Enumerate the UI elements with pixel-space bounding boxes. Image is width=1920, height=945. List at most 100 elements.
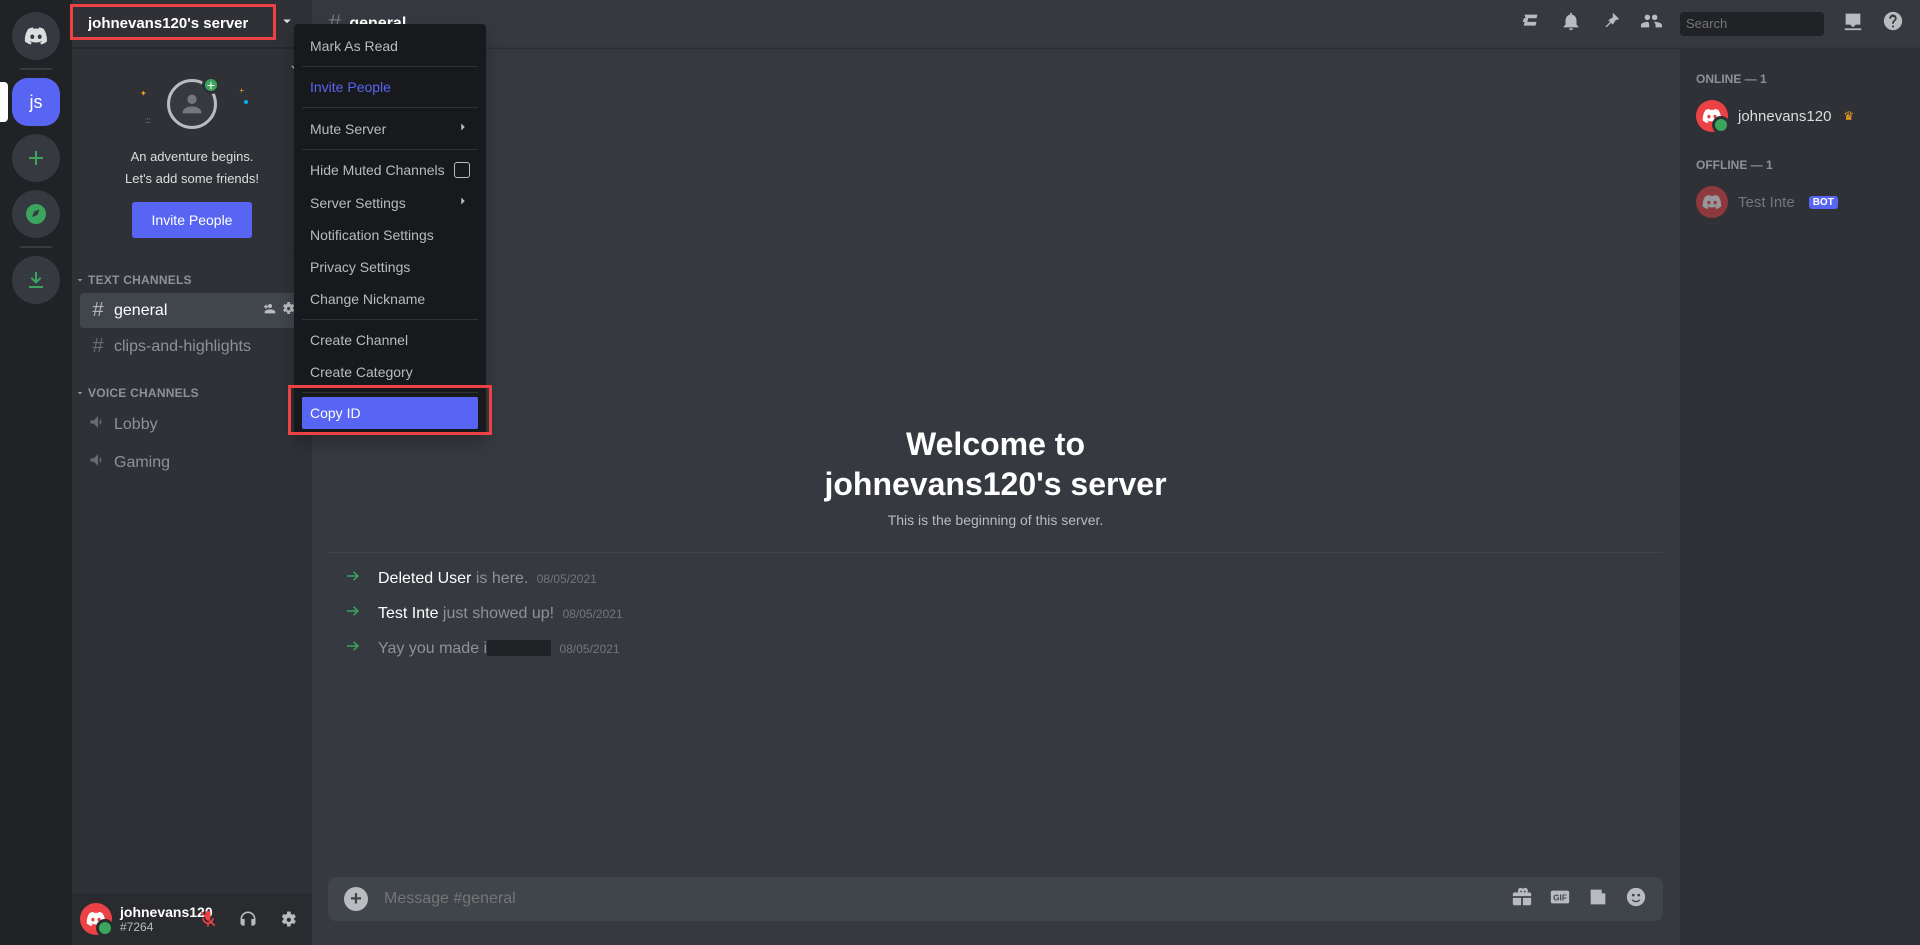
- svg-text:GIF: GIF: [1553, 893, 1567, 902]
- member-row[interactable]: Test Inte BOT: [1688, 180, 1912, 224]
- discord-logo-icon: [86, 909, 106, 929]
- crown-icon: ♛: [1843, 109, 1854, 123]
- explore-pill[interactable]: [12, 190, 60, 238]
- home-pill[interactable]: [12, 12, 60, 60]
- menu-separator: [302, 107, 478, 108]
- speaker-icon: [88, 412, 108, 437]
- chevron-right-icon: [456, 120, 470, 137]
- self-avatar[interactable]: [80, 903, 112, 935]
- menu-separator: [302, 392, 478, 393]
- chevron-down-icon: [74, 274, 86, 286]
- members-toggle-icon[interactable]: [1640, 10, 1662, 37]
- download-pill[interactable]: [12, 256, 60, 304]
- member-avatar: [1696, 100, 1728, 132]
- inbox-icon[interactable]: [1842, 10, 1864, 37]
- channel-scroll[interactable]: TEXT CHANNELS + # general # clips-and-hi…: [72, 255, 312, 893]
- discord-logo-icon: [24, 24, 48, 48]
- chevron-right-icon: [456, 194, 470, 211]
- voice-gaming[interactable]: Gaming: [80, 444, 304, 481]
- pinned-icon[interactable]: [1600, 10, 1622, 37]
- user-silhouette-icon: [178, 90, 206, 118]
- pill-separator: [20, 246, 52, 248]
- chat-header: # general: [312, 0, 1920, 48]
- channel-sidebar: johnevans120's server ✦ :: + + An advent…: [72, 0, 312, 945]
- join-arrow-icon: [344, 637, 362, 660]
- plus-icon: [24, 146, 48, 170]
- welcome-line-1: An adventure begins.: [88, 148, 296, 166]
- sparkle-icon: ::: [146, 116, 150, 125]
- threads-icon[interactable]: [1520, 10, 1542, 37]
- system-message: Deleted User is here. 08/05/2021: [328, 561, 1663, 596]
- menu-mute-server[interactable]: Mute Server: [302, 112, 478, 145]
- pill-separator: [20, 68, 52, 70]
- server-context-menu: Mark As Read Invite People Mute Server H…: [294, 24, 486, 435]
- category-voice-channels[interactable]: VOICE CHANNELS: [74, 386, 199, 400]
- compass-icon: [24, 202, 48, 226]
- user-panel: johnevans120 #7264: [72, 893, 312, 945]
- user-settings-button[interactable]: [272, 903, 304, 935]
- gif-icon[interactable]: GIF: [1549, 886, 1571, 913]
- server-pill-selected[interactable]: js: [12, 78, 60, 126]
- download-icon: [24, 268, 48, 292]
- channel-general[interactable]: # general: [80, 293, 304, 328]
- search-box[interactable]: [1680, 12, 1824, 36]
- create-invite-icon[interactable]: [260, 300, 276, 321]
- member-avatar: [1696, 186, 1728, 218]
- category-text-channels[interactable]: TEXT CHANNELS: [74, 273, 192, 287]
- menu-separator: [302, 319, 478, 320]
- chevron-down-icon: [74, 387, 86, 399]
- bot-badge: BOT: [1809, 196, 1838, 209]
- main-column: # general Welcome tojohnevans120's s: [312, 0, 1920, 945]
- join-arrow-icon: [344, 567, 362, 590]
- add-server-pill[interactable]: [12, 134, 60, 182]
- notifications-icon[interactable]: [1560, 10, 1582, 37]
- sticker-icon[interactable]: [1587, 886, 1609, 913]
- menu-create-channel[interactable]: Create Channel: [302, 324, 478, 356]
- message-pane: Welcome tojohnevans120's server This is …: [312, 48, 1680, 945]
- hash-icon: #: [88, 299, 108, 322]
- menu-create-category[interactable]: Create Category: [302, 356, 478, 388]
- help-icon[interactable]: [1882, 10, 1904, 37]
- menu-copy-id[interactable]: Copy ID: [302, 397, 478, 429]
- self-name-block[interactable]: johnevans120 #7264: [120, 904, 184, 934]
- sparkle-icon: ✦: [140, 89, 147, 98]
- menu-invite-people[interactable]: Invite People: [302, 71, 478, 103]
- checkbox-icon: [454, 162, 470, 178]
- menu-mark-as-read[interactable]: Mark As Read: [302, 30, 478, 62]
- members-offline-header: OFFLINE — 1: [1688, 150, 1912, 180]
- voice-lobby[interactable]: Lobby: [80, 406, 304, 443]
- system-message: Test Inte just showed up! 08/05/2021: [328, 596, 1663, 631]
- welcome-hero: Welcome tojohnevans120's server This is …: [328, 424, 1663, 528]
- plus-badge-icon: +: [202, 76, 220, 94]
- gift-icon[interactable]: [1511, 886, 1533, 913]
- menu-change-nickname[interactable]: Change Nickname: [302, 283, 478, 315]
- invite-people-button[interactable]: Invite People: [132, 202, 253, 238]
- server-pill-column: js: [0, 0, 72, 945]
- message-scroll[interactable]: Welcome tojohnevans120's server This is …: [312, 48, 1679, 877]
- placeholder-avatar: +: [167, 79, 217, 129]
- redacted-block: [487, 640, 551, 656]
- menu-privacy-settings[interactable]: Privacy Settings: [302, 251, 478, 283]
- menu-separator: [302, 66, 478, 67]
- member-list: ONLINE — 1 johnevans120 ♛ OFFLINE — 1 Te…: [1680, 48, 1920, 945]
- channel-clips[interactable]: # clips-and-highlights: [80, 329, 304, 364]
- sparkle-icon: +: [239, 86, 244, 95]
- welcome-card: ✦ :: + + An adventure begins. Let's add …: [72, 48, 312, 255]
- attach-button[interactable]: +: [344, 887, 368, 911]
- search-input[interactable]: [1686, 16, 1862, 31]
- menu-notification-settings[interactable]: Notification Settings: [302, 219, 478, 251]
- emoji-icon[interactable]: [1625, 886, 1647, 913]
- menu-server-settings[interactable]: Server Settings: [302, 186, 478, 219]
- members-online-header: ONLINE — 1: [1688, 64, 1912, 94]
- mute-button[interactable]: [192, 903, 224, 935]
- member-row[interactable]: johnevans120 ♛: [1688, 94, 1912, 138]
- menu-separator: [302, 149, 478, 150]
- menu-hide-muted[interactable]: Hide Muted Channels: [302, 154, 478, 186]
- speaker-icon: [88, 450, 108, 475]
- hash-icon: #: [88, 335, 108, 358]
- message-input[interactable]: [384, 890, 1495, 908]
- welcome-line-2: Let's add some friends!: [88, 170, 296, 188]
- server-header[interactable]: johnevans120's server: [72, 0, 312, 48]
- deafen-button[interactable]: [232, 903, 264, 935]
- message-composer: + GIF: [328, 877, 1663, 921]
